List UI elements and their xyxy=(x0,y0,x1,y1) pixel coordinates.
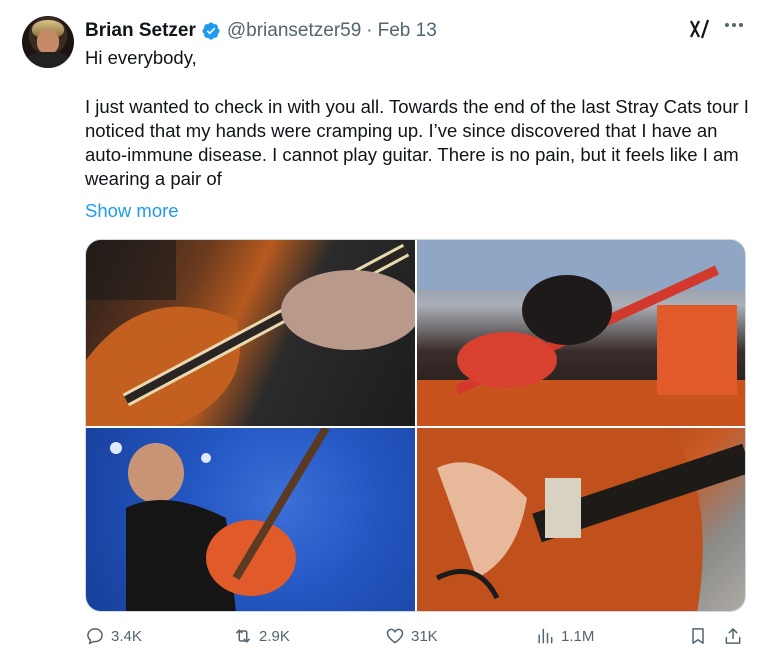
avatar[interactable] xyxy=(22,16,74,68)
views-bar-chart-icon xyxy=(538,628,553,644)
more-options-icon[interactable] xyxy=(722,19,746,39)
grok-icon[interactable] xyxy=(688,17,712,41)
tweet-header: Brian Setzer @briansetzer59 · Feb 13 xyxy=(85,19,437,43)
verified-badge-icon xyxy=(201,21,221,41)
repost-button[interactable]: 2.9K xyxy=(233,626,290,646)
reply-icon xyxy=(87,628,103,645)
share-icon xyxy=(725,628,741,644)
media-grid xyxy=(85,239,746,612)
author-handle[interactable]: @briansetzer59 xyxy=(227,20,361,42)
media-image-3[interactable] xyxy=(86,428,415,611)
tweet-text-greeting: Hi everybody, xyxy=(85,47,197,68)
bookmark-icon xyxy=(692,628,704,644)
tweet-actions: 3.4K 2.9K 31K 1.1M xyxy=(85,626,746,652)
heart-icon xyxy=(386,628,404,644)
tweet-text-body: I just wanted to check in with you all. … xyxy=(85,96,749,189)
separator-dot: · xyxy=(366,20,373,41)
share-button[interactable] xyxy=(723,626,743,646)
author-name[interactable]: Brian Setzer xyxy=(85,20,196,42)
media-image-1[interactable] xyxy=(86,240,415,426)
views-count: 1.1M xyxy=(561,627,595,645)
reply-button[interactable]: 3.4K xyxy=(85,626,142,646)
views-button[interactable]: 1.1M xyxy=(535,626,594,646)
tweet-text: Hi everybody, I just wanted to check in … xyxy=(85,46,755,191)
repost-icon xyxy=(236,629,250,643)
reply-count: 3.4K xyxy=(111,627,142,645)
like-count: 31K xyxy=(411,627,438,645)
show-more-link[interactable]: Show more xyxy=(85,200,179,222)
repost-count: 2.9K xyxy=(259,627,290,645)
tweet-date[interactable]: Feb 13 xyxy=(378,20,437,42)
like-button[interactable]: 31K xyxy=(385,626,438,646)
bookmark-button[interactable] xyxy=(688,626,708,646)
media-image-2[interactable] xyxy=(417,240,745,426)
media-image-4[interactable] xyxy=(417,428,745,611)
